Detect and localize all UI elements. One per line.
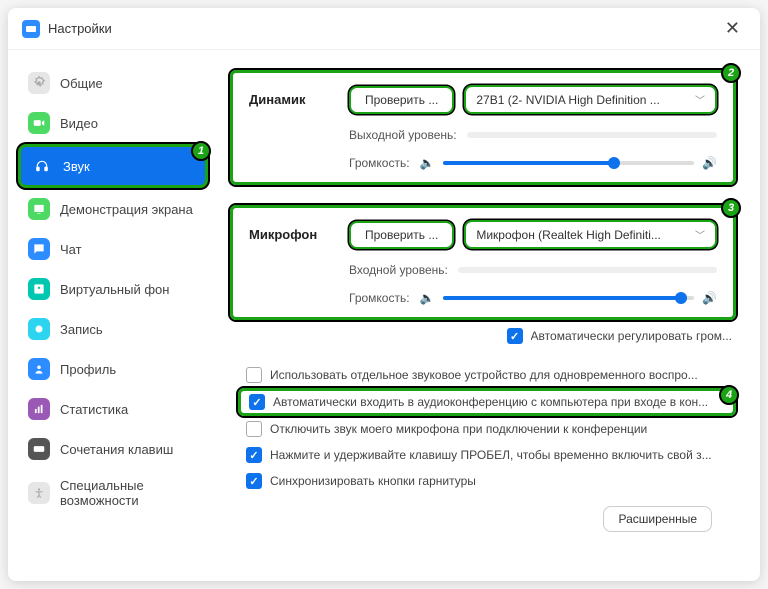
sidebar-item-label: Запись bbox=[60, 322, 103, 337]
settings-window: Настройки ✕ Общие Видео Звук 1 Демонстра… bbox=[8, 8, 760, 581]
speaker-section: 2 Динамик Проверить ... 27B1 (2- NVIDIA … bbox=[230, 70, 736, 185]
test-speaker-button[interactable]: Проверить ... bbox=[349, 86, 454, 114]
speaker-device-dropdown[interactable]: 27B1 (2- NVIDIA High Definition ... ﹀ bbox=[464, 85, 717, 114]
sidebar-item-label: Видео bbox=[60, 116, 98, 131]
virtual-bg-icon bbox=[28, 278, 50, 300]
sidebar-item-label: Звук bbox=[63, 159, 90, 174]
output-level-label: Выходной уровень: bbox=[349, 128, 457, 142]
separate-device-checkbox[interactable] bbox=[246, 367, 262, 383]
sidebar-item-virtual-bg[interactable]: Виртуальный фон bbox=[18, 270, 208, 308]
annotation-badge-2: 2 bbox=[721, 63, 741, 83]
window-title: Настройки bbox=[48, 21, 112, 36]
auto-adjust-row: Автоматически регулировать гром... bbox=[230, 328, 736, 344]
mic-title: Микрофон bbox=[249, 227, 339, 242]
main-panel: 2 Динамик Проверить ... 27B1 (2- NVIDIA … bbox=[218, 50, 760, 581]
volume-high-icon: 🔊 bbox=[702, 291, 717, 305]
sidebar-item-label: Статистика bbox=[60, 402, 128, 417]
speaker-title: Динамик bbox=[249, 92, 339, 107]
option-sync-headset: Синхронизировать кнопки гарнитуры bbox=[230, 468, 736, 494]
volume-high-icon: 🔊 bbox=[702, 156, 717, 170]
sidebar-item-label: Специальные возможности bbox=[60, 478, 198, 508]
sidebar-item-general[interactable]: Общие bbox=[18, 64, 208, 102]
mic-volume-slider[interactable] bbox=[443, 296, 695, 300]
sidebar-item-label: Сочетания клавиш bbox=[60, 442, 173, 457]
option-auto-join-audio: Автоматически входить в аудиоконференцию… bbox=[238, 388, 736, 416]
sidebar-item-recording[interactable]: Запись bbox=[18, 310, 208, 348]
auto-adjust-label: Автоматически регулировать гром... bbox=[531, 329, 732, 343]
chevron-down-icon: ﹀ bbox=[695, 227, 705, 242]
sidebar-item-video[interactable]: Видео bbox=[18, 104, 208, 142]
annotation-badge-4: 4 bbox=[719, 385, 739, 405]
gear-icon bbox=[28, 72, 50, 94]
sidebar-item-label: Демонстрация экрана bbox=[60, 202, 193, 217]
volume-low-icon: 🔈 bbox=[420, 291, 435, 305]
sidebar-item-label: Виртуальный фон bbox=[60, 282, 169, 297]
titlebar: Настройки ✕ bbox=[8, 8, 760, 50]
video-icon bbox=[28, 112, 50, 134]
sidebar-item-shortcuts[interactable]: Сочетания клавиш bbox=[18, 430, 208, 468]
sidebar-item-label: Профиль bbox=[60, 362, 116, 377]
profile-icon bbox=[28, 358, 50, 380]
sidebar-item-accessibility[interactable]: Специальные возможности bbox=[18, 470, 208, 516]
mic-device-dropdown[interactable]: Микрофон (Realtek High Definiti... ﹀ bbox=[464, 220, 717, 249]
sidebar-item-chat[interactable]: Чат bbox=[18, 230, 208, 268]
record-icon bbox=[28, 318, 50, 340]
annotation-badge-1: 1 bbox=[191, 141, 211, 161]
sidebar-item-label: Чат bbox=[60, 242, 82, 257]
auto-join-checkbox[interactable] bbox=[249, 394, 265, 410]
sidebar: Общие Видео Звук 1 Демонстрация экрана Ч… bbox=[8, 50, 218, 581]
close-button[interactable]: ✕ bbox=[719, 16, 746, 41]
sidebar-item-label: Общие bbox=[60, 76, 103, 91]
microphone-section: 3 Микрофон Проверить ... Микрофон (Realt… bbox=[230, 205, 736, 320]
annotation-badge-3: 3 bbox=[721, 198, 741, 218]
speaker-volume-slider[interactable] bbox=[443, 161, 695, 165]
keyboard-icon bbox=[28, 438, 50, 460]
output-level-meter bbox=[467, 132, 717, 138]
mic-volume-label: Громкость: bbox=[349, 291, 410, 305]
option-separate-device: Использовать отдельное звуковое устройст… bbox=[230, 362, 736, 388]
sidebar-item-stats[interactable]: Статистика bbox=[18, 390, 208, 428]
option-label: Нажмите и удерживайте клавишу ПРОБЕЛ, чт… bbox=[270, 448, 712, 462]
option-label: Отключить звук моего микрофона при подкл… bbox=[270, 422, 647, 436]
input-level-meter bbox=[458, 267, 717, 273]
auto-adjust-checkbox[interactable] bbox=[507, 328, 523, 344]
dropdown-value: 27B1 (2- NVIDIA High Definition ... bbox=[476, 93, 659, 107]
app-icon bbox=[22, 20, 40, 38]
input-level-label: Входной уровень: bbox=[349, 263, 448, 277]
share-screen-icon bbox=[28, 198, 50, 220]
dropdown-value: Микрофон (Realtek High Definiti... bbox=[476, 228, 661, 242]
option-label: Синхронизировать кнопки гарнитуры bbox=[270, 474, 476, 488]
accessibility-icon bbox=[28, 482, 50, 504]
option-push-to-talk: Нажмите и удерживайте клавишу ПРОБЕЛ, чт… bbox=[230, 442, 736, 468]
option-mute-on-join: Отключить звук моего микрофона при подкл… bbox=[230, 416, 736, 442]
option-label: Автоматически входить в аудиоконференцию… bbox=[273, 395, 708, 409]
chat-icon bbox=[28, 238, 50, 260]
sync-headset-checkbox[interactable] bbox=[246, 473, 262, 489]
sidebar-item-share-screen[interactable]: Демонстрация экрана bbox=[18, 190, 208, 228]
chevron-down-icon: ﹀ bbox=[695, 92, 705, 107]
sidebar-item-audio[interactable]: Звук 1 bbox=[18, 144, 208, 188]
push-to-talk-checkbox[interactable] bbox=[246, 447, 262, 463]
volume-low-icon: 🔈 bbox=[420, 156, 435, 170]
mute-on-join-checkbox[interactable] bbox=[246, 421, 262, 437]
sidebar-item-profile[interactable]: Профиль bbox=[18, 350, 208, 388]
option-label: Использовать отдельное звуковое устройст… bbox=[270, 368, 698, 382]
stats-icon bbox=[28, 398, 50, 420]
advanced-button[interactable]: Расширенные bbox=[603, 506, 712, 532]
test-mic-button[interactable]: Проверить ... bbox=[349, 221, 454, 249]
speaker-volume-label: Громкость: bbox=[349, 156, 410, 170]
headphones-icon bbox=[31, 155, 53, 177]
